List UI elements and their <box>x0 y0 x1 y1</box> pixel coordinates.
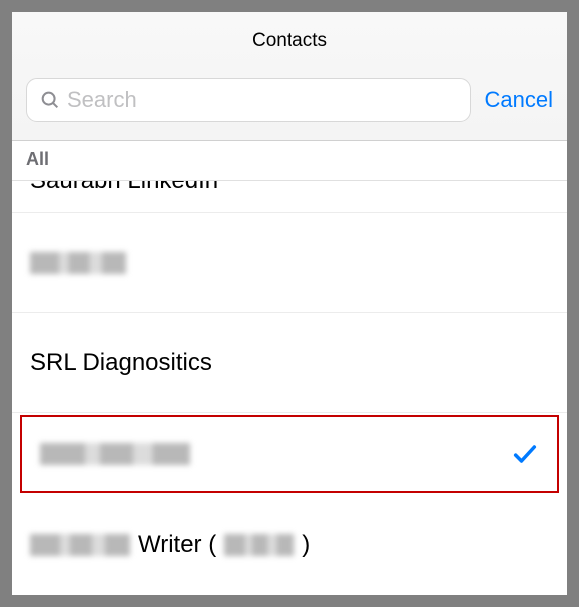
contact-name <box>40 443 190 465</box>
contact-row-selected[interactable] <box>20 415 559 493</box>
search-field[interactable] <box>26 78 471 122</box>
filter-all-label[interactable]: All <box>26 149 49 169</box>
redacted-text <box>30 252 126 274</box>
redacted-text <box>30 534 130 556</box>
checkmark-icon <box>511 440 539 468</box>
contact-name-end: ) <box>302 531 310 559</box>
contact-name: Writer ( ) <box>30 531 310 559</box>
redacted-text <box>40 443 190 465</box>
contact-name <box>30 252 126 274</box>
contact-name: Saurabh LinkedIn <box>30 181 218 195</box>
search-row: Cancel <box>12 64 567 140</box>
page-title: Contacts <box>252 30 327 51</box>
contact-row[interactable] <box>12 213 567 313</box>
search-input[interactable] <box>67 87 458 113</box>
filter-row: All <box>12 141 567 181</box>
contact-list: Saurabh LinkedIn SRL Diagnositics Wri <box>12 181 567 595</box>
contact-row[interactable]: SRL Diagnositics <box>12 313 567 413</box>
redacted-text <box>224 534 294 556</box>
contact-row[interactable]: Writer ( ) <box>12 495 567 595</box>
contact-row[interactable]: Saurabh LinkedIn <box>12 181 567 213</box>
search-icon <box>39 89 61 111</box>
header: Contacts Cancel <box>12 12 567 141</box>
contact-name-mid: Writer ( <box>138 531 216 559</box>
contacts-sheet: Contacts Cancel All Saurabh LinkedIn <box>12 12 567 595</box>
title-row: Contacts <box>12 12 567 64</box>
contact-name: SRL Diagnositics <box>30 349 212 377</box>
cancel-button[interactable]: Cancel <box>485 87 553 113</box>
